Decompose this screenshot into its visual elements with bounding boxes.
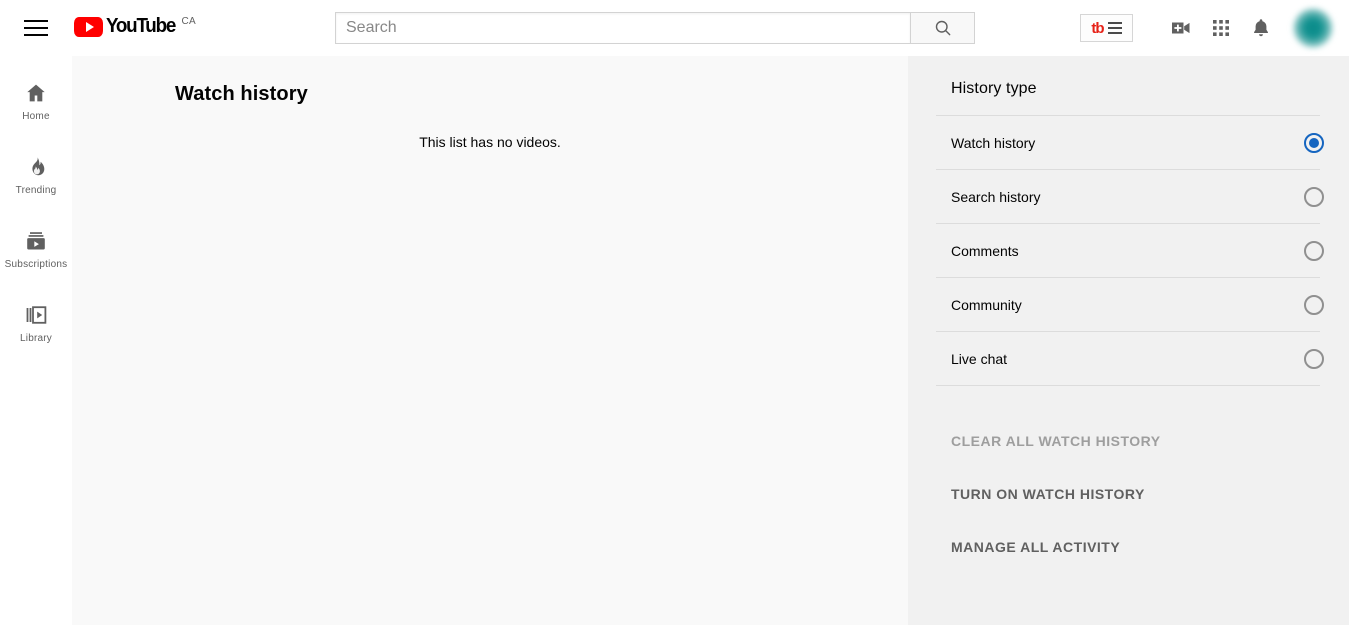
hamburger-line xyxy=(24,20,48,22)
clear-all-watch-history-button[interactable]: CLEAR ALL WATCH HISTORY xyxy=(908,414,1349,467)
left-sidebar: Home Trending Subscriptions Library xyxy=(0,56,72,625)
history-option-watch-history[interactable]: Watch history xyxy=(908,116,1349,169)
history-option-label: Watch history xyxy=(951,134,1036,151)
radio-button[interactable] xyxy=(1304,186,1324,207)
apps-grid-icon xyxy=(1213,20,1229,36)
sidebar-item-subscriptions[interactable]: Subscriptions xyxy=(0,212,72,286)
history-option-label: Comments xyxy=(951,242,1019,259)
apps-grid-button[interactable] xyxy=(1201,8,1241,48)
history-option-live-chat[interactable]: Live chat xyxy=(908,332,1349,385)
history-option-label: Live chat xyxy=(951,350,1008,367)
hamburger-line xyxy=(24,34,48,36)
youtube-logo[interactable]: YouTube CA xyxy=(74,16,196,40)
create-video-button[interactable] xyxy=(1161,8,1201,48)
page-title: Watch history xyxy=(175,83,308,105)
empty-state-message: This list has no videos. xyxy=(419,134,561,150)
history-option-label: Community xyxy=(951,296,1022,313)
youtube-country-code: CA xyxy=(181,16,196,27)
search-area xyxy=(335,12,975,44)
turn-on-watch-history-button[interactable]: TURN ON WATCH HISTORY xyxy=(908,467,1349,520)
history-type-radio-group: Watch history Search history Comments Co… xyxy=(908,115,1349,386)
header-right-icons: tb xyxy=(1080,0,1333,56)
radio-button[interactable] xyxy=(1304,132,1324,153)
history-option-community[interactable]: Community xyxy=(908,278,1349,331)
sidebar-item-library[interactable]: Library xyxy=(0,286,72,360)
history-type-panel: History type Watch history Search histor… xyxy=(908,56,1349,625)
history-option-search-history[interactable]: Search history xyxy=(908,170,1349,223)
youtube-play-icon xyxy=(74,17,103,37)
sidebar-item-label: Trending xyxy=(15,184,57,196)
notifications-button[interactable] xyxy=(1241,8,1281,48)
sidebar-item-label: Subscriptions xyxy=(4,258,68,270)
library-icon xyxy=(24,303,48,327)
history-option-comments[interactable]: Comments xyxy=(908,224,1349,277)
manage-all-activity-button[interactable]: MANAGE ALL ACTIVITY xyxy=(908,520,1349,573)
create-video-icon xyxy=(1172,22,1190,34)
tubebuddy-logo-icon: tb xyxy=(1091,19,1104,37)
top-header-bar: YouTube CA tb xyxy=(0,0,1349,56)
radio-button[interactable] xyxy=(1304,240,1324,261)
search-icon xyxy=(935,20,950,36)
tubebuddy-extension-button[interactable]: tb xyxy=(1080,14,1133,42)
search-button[interactable] xyxy=(910,12,975,44)
sidebar-item-label: Library xyxy=(20,332,52,344)
account-avatar-button[interactable] xyxy=(1293,8,1333,48)
search-input[interactable] xyxy=(335,12,910,44)
trending-flame-icon xyxy=(24,155,48,179)
hamburger-menu-icon[interactable] xyxy=(24,16,48,40)
sidebar-item-trending[interactable]: Trending xyxy=(0,138,72,212)
sidebar-item-home[interactable]: Home xyxy=(0,64,72,138)
home-icon xyxy=(24,81,48,105)
notifications-bell-icon xyxy=(1254,19,1268,37)
radio-button[interactable] xyxy=(1304,294,1324,315)
panel-title: History type xyxy=(951,80,1037,97)
sidebar-item-label: Home xyxy=(22,110,50,122)
history-option-label: Search history xyxy=(951,188,1041,205)
subscriptions-icon xyxy=(24,229,48,253)
hamburger-lines-icon xyxy=(1107,22,1122,34)
avatar xyxy=(1293,8,1333,48)
main-content-area: Watch history This list has no videos. xyxy=(72,56,908,625)
hamburger-line xyxy=(24,27,48,29)
youtube-logo-text: YouTube xyxy=(106,15,176,37)
radio-button[interactable] xyxy=(1304,348,1324,369)
history-actions: CLEAR ALL WATCH HISTORY TURN ON WATCH HI… xyxy=(908,386,1349,573)
